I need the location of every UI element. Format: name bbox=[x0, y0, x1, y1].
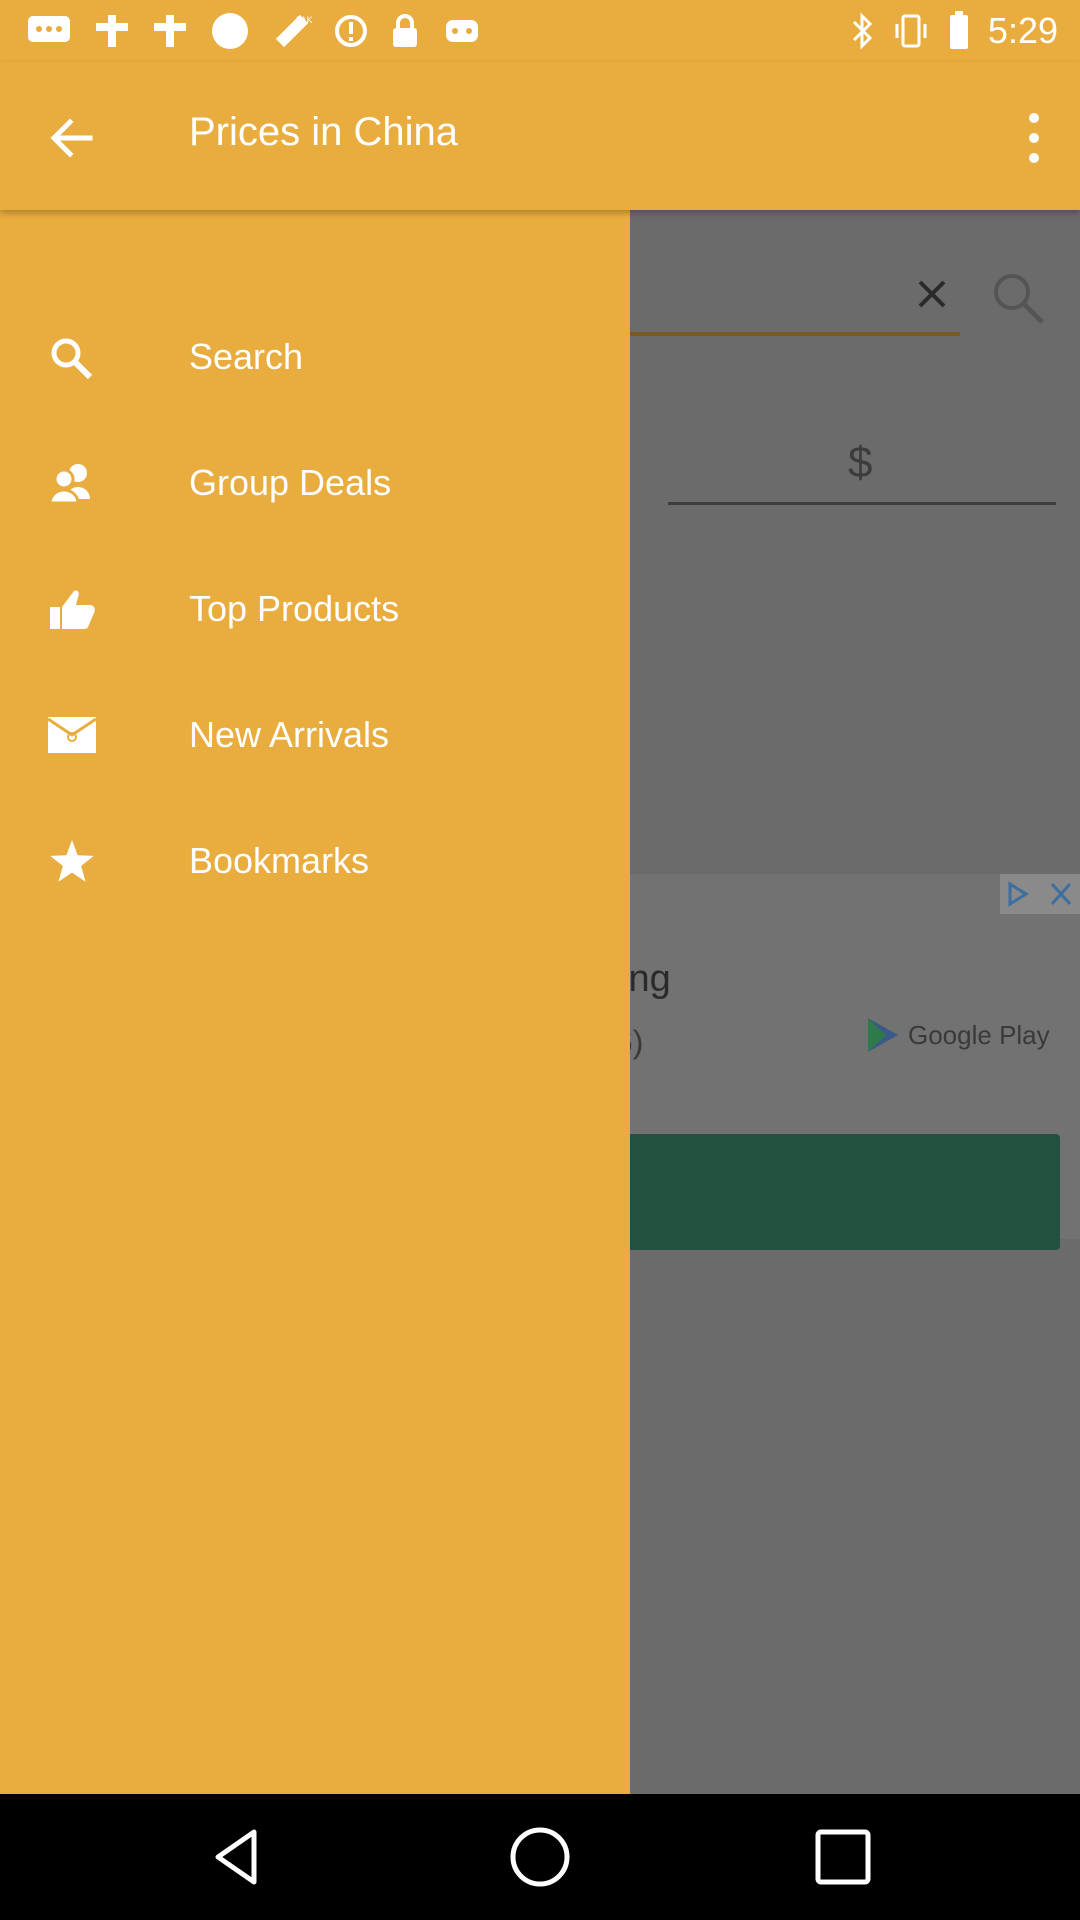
close-icon bbox=[918, 280, 946, 308]
app-icon bbox=[154, 15, 186, 47]
drawer-item-label: Search bbox=[189, 336, 304, 377]
currency-symbol: $ bbox=[848, 438, 873, 487]
svg-text:FAKE: FAKE bbox=[296, 16, 312, 26]
messages-icon bbox=[28, 16, 70, 42]
drawer-item-group-deals[interactable]: Group Deals bbox=[0, 420, 630, 546]
satellite-icon: FAKE bbox=[275, 14, 312, 48]
mail-icon bbox=[47, 717, 97, 753]
system-status: 5:29 bbox=[850, 8, 1058, 54]
google-play-icon bbox=[868, 1018, 898, 1052]
drawer-item-bookmarks[interactable]: Bookmarks bbox=[0, 798, 630, 924]
square-recents-icon bbox=[815, 1829, 871, 1885]
circle-icon bbox=[212, 13, 248, 49]
battery-icon bbox=[949, 11, 968, 49]
overflow-menu-button[interactable] bbox=[1014, 106, 1054, 170]
search-icon bbox=[51, 338, 93, 379]
alert-icon bbox=[335, 15, 367, 47]
circle-home-icon bbox=[510, 1827, 570, 1887]
gamepad-icon bbox=[446, 20, 478, 42]
drawer-item-label: New Arrivals bbox=[189, 714, 390, 755]
nav-home-button[interactable] bbox=[507, 1824, 573, 1890]
nav-back-button[interactable] bbox=[204, 1824, 270, 1890]
search-button[interactable] bbox=[990, 270, 1046, 326]
clear-search-button[interactable] bbox=[912, 274, 952, 314]
back-button[interactable] bbox=[42, 108, 102, 168]
status-bar: FAKE 5:29 bbox=[0, 0, 1080, 62]
lock-icon bbox=[393, 14, 417, 47]
ad-install-button[interactable] bbox=[600, 1134, 1060, 1250]
drawer-item-search[interactable]: Search bbox=[0, 294, 630, 420]
ad-choices-badge[interactable] bbox=[1000, 874, 1080, 914]
drawer-item-label: Top Products bbox=[189, 588, 400, 629]
bluetooth-icon bbox=[852, 12, 873, 50]
drawer-item-new-arrivals[interactable]: New Arrivals bbox=[0, 672, 630, 798]
price-field-underline bbox=[668, 502, 1056, 505]
vibrate-icon bbox=[895, 14, 927, 48]
ad-choices-icon bbox=[1008, 881, 1072, 907]
thumbs-up-icon bbox=[50, 590, 95, 629]
star-icon bbox=[50, 840, 94, 882]
navigation-drawer: Search Group Deals Top Products New Arri… bbox=[0, 210, 630, 1794]
search-icon bbox=[994, 274, 1044, 324]
nav-recents-button[interactable] bbox=[810, 1824, 876, 1890]
app-bar: Prices in China bbox=[0, 62, 1080, 210]
system-navigation-bar bbox=[0, 1794, 1080, 1920]
page-title: Prices in China bbox=[189, 110, 459, 154]
google-play-label: Google Play bbox=[908, 1019, 1050, 1050]
google-play-badge: Google Play bbox=[866, 1016, 1050, 1054]
more-vert-icon bbox=[1029, 113, 1039, 163]
drawer-item-label: Group Deals bbox=[189, 462, 392, 503]
app-icon bbox=[96, 15, 128, 47]
triangle-back-icon bbox=[215, 1829, 257, 1885]
notification-icons: FAKE bbox=[26, 10, 482, 52]
group-icon bbox=[48, 464, 90, 505]
clock: 5:29 bbox=[987, 10, 1058, 51]
drawer-item-label: Bookmarks bbox=[189, 840, 370, 881]
arrow-left-icon bbox=[50, 118, 93, 158]
drawer-item-top-products[interactable]: Top Products bbox=[0, 546, 630, 672]
